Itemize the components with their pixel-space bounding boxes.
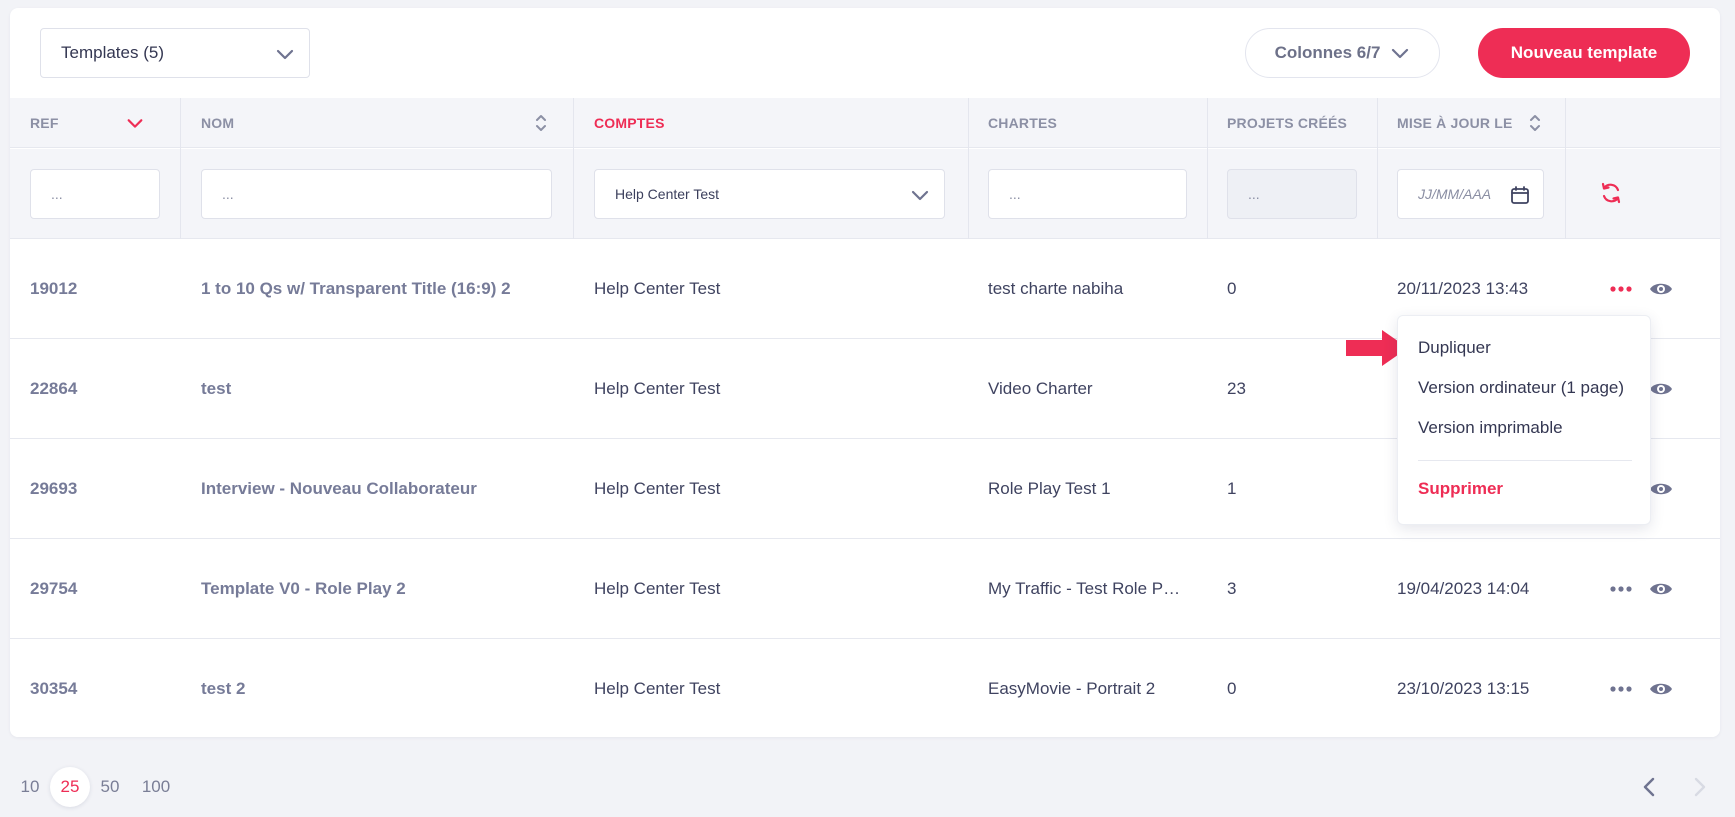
- page-size-100[interactable]: 100: [130, 767, 182, 807]
- column-comptes-label: COMPTES: [594, 115, 665, 131]
- column-comptes[interactable]: COMPTES: [594, 98, 665, 148]
- row-actions-menu: Dupliquer Version ordinateur (1 page) Ve…: [1397, 315, 1651, 525]
- cell-date: 19/04/2023 14:04: [1397, 579, 1530, 598]
- chevron-right-icon: [1694, 777, 1706, 797]
- filter-row: ... ... Help Center Test ... ... JJ/MM/A…: [10, 149, 1720, 239]
- cell-projets: 1: [1227, 479, 1237, 498]
- chevron-down-icon: [911, 190, 929, 201]
- cell-ref: 29693: [30, 479, 78, 498]
- more-actions-icon[interactable]: [1608, 679, 1634, 699]
- cell-nom[interactable]: 1 to 10 Qs w/ Transparent Title (16:9) 2: [201, 239, 511, 339]
- menu-item-supprimer[interactable]: Supprimer: [1418, 479, 1503, 499]
- column-divider: [1565, 98, 1566, 239]
- cell-projets: 0: [1227, 279, 1237, 298]
- column-maj-label: MISE À JOUR LE: [1397, 115, 1513, 131]
- column-nom-label: NOM: [201, 115, 235, 131]
- cell-compte: Help Center Test: [594, 479, 721, 498]
- templates-select[interactable]: Templates (5): [40, 28, 310, 78]
- column-projets[interactable]: PROJETS CRÉÉS: [1227, 98, 1347, 148]
- column-ref[interactable]: REF: [30, 98, 59, 148]
- sort-desc-icon[interactable]: [126, 114, 144, 132]
- comptes-filter-value: Help Center Test: [615, 186, 720, 202]
- date-filter-placeholder: JJ/MM/AAA: [1418, 186, 1492, 202]
- comptes-filter-select[interactable]: Help Center Test: [594, 169, 945, 219]
- menu-item-dupliquer[interactable]: Dupliquer: [1418, 338, 1491, 358]
- cell-projets: 3: [1227, 579, 1237, 598]
- cell-charte: test charte nabiha: [988, 279, 1124, 298]
- cell-ref: 29754: [30, 579, 78, 598]
- projets-filter-input: ...: [1227, 169, 1357, 219]
- table-row[interactable]: 30354 test 2 Help Center Test EasyMovie …: [10, 639, 1720, 737]
- column-chartes[interactable]: CHARTES: [988, 98, 1057, 148]
- eye-icon[interactable]: [1648, 676, 1674, 702]
- date-filter-input[interactable]: JJ/MM/AAA: [1397, 169, 1544, 219]
- templates-table-card: Templates (5) Colonnes 6/7 Nouveau templ…: [10, 8, 1720, 737]
- column-nom[interactable]: NOM: [201, 98, 234, 148]
- cell-compte: Help Center Test: [594, 379, 721, 398]
- chartes-filter-placeholder: ...: [1009, 186, 1021, 202]
- ref-filter-input[interactable]: ...: [30, 169, 160, 219]
- new-template-label: Nouveau template: [1510, 43, 1658, 62]
- page-size-25[interactable]: 25: [50, 767, 90, 807]
- columns-button-label: Colonnes 6/7: [1274, 43, 1381, 62]
- cell-projets: 0: [1227, 679, 1237, 698]
- columns-button[interactable]: Colonnes 6/7: [1245, 28, 1440, 78]
- eye-icon[interactable]: [1648, 276, 1674, 302]
- eye-icon[interactable]: [1648, 376, 1674, 402]
- eye-icon[interactable]: [1648, 476, 1674, 502]
- templates-select-label: Templates (5): [61, 43, 164, 62]
- cell-nom[interactable]: Interview - Nouveau Collaborateur: [201, 439, 477, 539]
- chartes-filter-input[interactable]: ...: [988, 169, 1187, 219]
- nom-filter-placeholder: ...: [222, 186, 234, 202]
- cell-nom[interactable]: test 2: [201, 639, 245, 739]
- menu-item-version-ordinateur[interactable]: Version ordinateur (1 page): [1418, 378, 1624, 398]
- column-divider: [180, 98, 181, 239]
- column-divider: [1377, 98, 1378, 239]
- menu-item-version-imprimable[interactable]: Version imprimable: [1418, 418, 1563, 438]
- cell-ref: 30354: [30, 679, 78, 698]
- calendar-icon[interactable]: [1509, 184, 1531, 206]
- cell-ref: 22864: [30, 379, 78, 398]
- more-actions-icon[interactable]: [1608, 579, 1634, 599]
- sort-icon[interactable]: [534, 112, 548, 134]
- table-header: REF NOM COMPTES CHARTES PROJETS CRÉÉS MI…: [10, 98, 1720, 148]
- chevron-down-icon: [276, 49, 294, 60]
- column-chartes-label: CHARTES: [988, 115, 1058, 131]
- new-template-button[interactable]: Nouveau template: [1478, 28, 1690, 78]
- cell-charte: Video Charter: [988, 379, 1093, 398]
- column-ref-label: REF: [30, 115, 59, 131]
- table-row[interactable]: 29754 Template V0 - Role Play 2 Help Cen…: [10, 539, 1720, 639]
- column-divider: [573, 98, 574, 239]
- cell-nom[interactable]: test: [201, 339, 231, 439]
- sort-icon[interactable]: [1528, 112, 1542, 134]
- cell-ref: 19012: [30, 279, 78, 298]
- nom-filter-input[interactable]: ...: [201, 169, 552, 219]
- reset-filters-icon[interactable]: [1598, 180, 1624, 206]
- chevron-left-icon[interactable]: [1638, 775, 1662, 799]
- cell-compte: Help Center Test: [594, 679, 721, 698]
- chevron-down-icon: [1392, 48, 1409, 59]
- column-divider: [1207, 98, 1208, 239]
- page-size-50[interactable]: 50: [90, 767, 130, 807]
- cell-date: 23/10/2023 13:15: [1397, 679, 1530, 698]
- more-actions-icon[interactable]: [1608, 279, 1634, 299]
- ref-filter-placeholder: ...: [51, 186, 63, 202]
- cell-charte: EasyMovie - Portrait 2: [988, 679, 1156, 698]
- page-size-selector: 10 25 50 100: [10, 767, 182, 807]
- cell-charte: My Traffic - Test Role P…: [988, 579, 1181, 598]
- eye-icon[interactable]: [1648, 576, 1674, 602]
- cell-compte: Help Center Test: [594, 579, 721, 598]
- column-divider: [968, 98, 969, 239]
- cell-charte: Role Play Test 1: [988, 479, 1111, 498]
- page-size-10[interactable]: 10: [10, 767, 50, 807]
- column-projets-label: PROJETS CRÉÉS: [1227, 115, 1348, 131]
- column-maj[interactable]: MISE À JOUR LE: [1397, 98, 1513, 148]
- menu-divider: [1418, 460, 1632, 461]
- cell-compte: Help Center Test: [594, 279, 721, 298]
- projets-filter-placeholder: ...: [1248, 186, 1260, 202]
- cell-nom[interactable]: Template V0 - Role Play 2: [201, 539, 406, 639]
- cell-projets: 23: [1227, 379, 1246, 398]
